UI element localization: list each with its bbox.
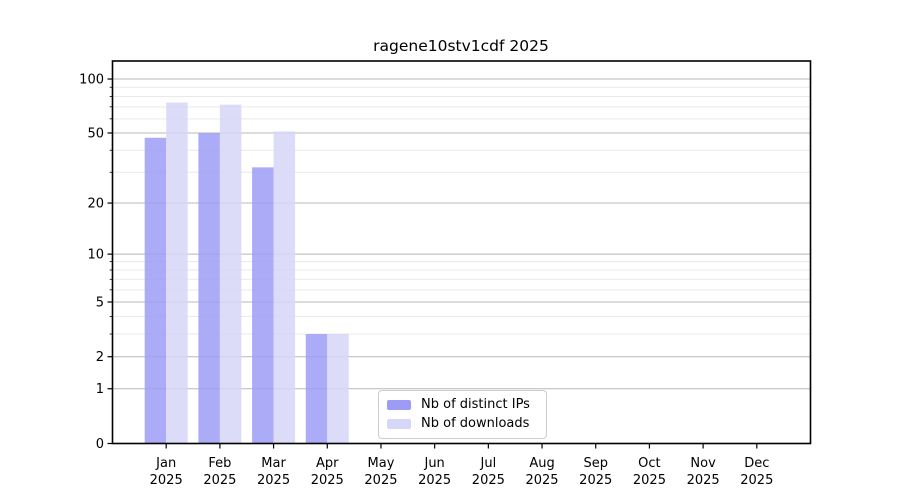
- x-tick-label-year: 2025: [633, 473, 666, 488]
- y-tick-label: 2: [96, 350, 104, 365]
- legend-label-distinct-ips: Nb of distinct IPs: [421, 397, 530, 412]
- legend: Nb of distinct IPs Nb of downloads: [378, 390, 547, 439]
- x-tick-label-year: 2025: [418, 473, 451, 488]
- x-tick-label-month: May: [368, 456, 395, 471]
- x-tick-label-year: 2025: [364, 473, 397, 488]
- bar-nb-of-downloads-feb: [219, 104, 242, 444]
- x-tick-label-month: Nov: [690, 456, 716, 471]
- y-tick-label: 1: [96, 382, 104, 397]
- y-tick-label: 100: [79, 72, 104, 87]
- x-tick-label-month: Jul: [480, 456, 497, 471]
- legend-item-downloads: Nb of downloads: [387, 417, 546, 431]
- x-tick-label-month: Sep: [583, 456, 608, 471]
- x-tick-label-month: Apr: [316, 456, 339, 471]
- chart-figure: ragene10stv1cdf 2025 Jan 2025 Feb 2025 Mar 20…: [0, 0, 900, 500]
- bar-nb-of-downloads-jan: [166, 102, 188, 444]
- x-tick-label-year: 2025: [257, 473, 290, 488]
- x-tick-label-year: 2025: [740, 473, 773, 488]
- x-tick-label-month: Aug: [529, 456, 554, 471]
- x-tick-label-year: 2025: [525, 473, 558, 488]
- legend-swatch-distinct-ips: [387, 400, 411, 410]
- x-tick-label-year: 2025: [150, 473, 183, 488]
- y-tick-label: 50: [87, 126, 104, 141]
- bar-nb-of-downloads-mar: [273, 131, 296, 444]
- bar-nb-of-downloads-apr: [327, 334, 349, 444]
- x-tick-label-year: 2025: [472, 473, 505, 488]
- bar-nb-of-distinct-ips-apr: [305, 334, 328, 444]
- legend-swatch-downloads: [387, 419, 411, 429]
- bar-nb-of-distinct-ips-mar: [252, 167, 274, 444]
- x-tick-label-month: Jun: [423, 456, 444, 471]
- legend-label-downloads: Nb of downloads: [421, 416, 530, 431]
- x-tick-label-month: Oct: [638, 456, 660, 471]
- y-tick-label: 0: [96, 437, 104, 452]
- y-tick-label: 20: [87, 196, 104, 211]
- x-tick-label-year: 2025: [579, 473, 612, 488]
- bar-nb-of-distinct-ips-feb: [198, 132, 220, 444]
- x-tick-label-month: Jan: [155, 456, 176, 471]
- x-tick-label-year: 2025: [687, 473, 720, 488]
- x-tick-label-year: 2025: [311, 473, 344, 488]
- legend-item-distinct-ips: Nb of distinct IPs: [387, 398, 546, 412]
- bar-nb-of-distinct-ips-jan: [144, 137, 167, 444]
- y-tick-label: 10: [87, 247, 104, 262]
- y-tick-label: 5: [96, 295, 104, 310]
- x-tick-label-year: 2025: [203, 473, 236, 488]
- x-tick-label-month: Mar: [261, 456, 286, 471]
- x-tick-label-month: Feb: [208, 456, 231, 471]
- x-tick-label-month: Dec: [744, 456, 769, 471]
